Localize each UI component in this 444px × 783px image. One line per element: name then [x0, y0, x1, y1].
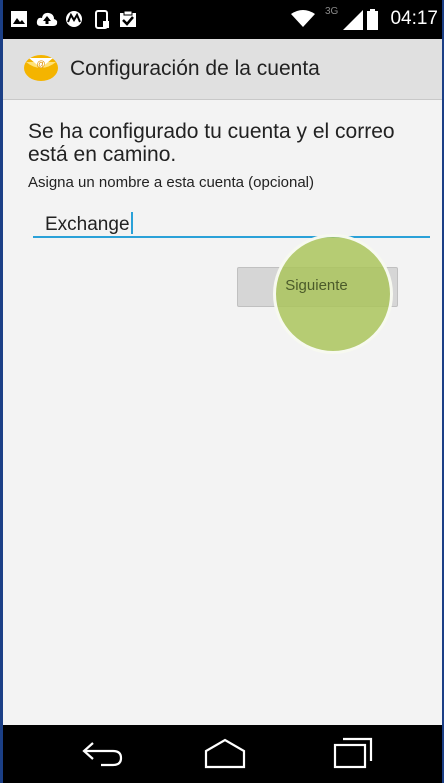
account-name-value: Exchange: [45, 208, 133, 236]
action-bar: @ Configuración de la cuenta: [3, 39, 442, 100]
recent-apps-icon[interactable]: [333, 737, 373, 769]
wifi-icon: [291, 10, 315, 27]
battery-icon: [367, 9, 378, 30]
next-button-label[interactable]: Siguiente: [237, 267, 396, 305]
page-title: Configuración de la cuenta: [70, 57, 320, 80]
phone-screen: 3G 04:17 @ Configuración de la cuenta Se…: [3, 0, 442, 783]
email-app-icon[interactable]: @: [23, 52, 59, 82]
gallery-icon: [11, 11, 27, 27]
cloud-upload-icon: [36, 12, 58, 26]
network-type: 3G: [325, 6, 339, 17]
phone-setup-icon: [95, 10, 109, 29]
home-icon[interactable]: [202, 737, 248, 769]
back-icon[interactable]: [81, 741, 125, 767]
checklist-icon: [120, 10, 136, 27]
setup-complete-message: Se ha configurado tu cuenta y el correo …: [28, 120, 395, 166]
account-name-label: Asigna un nombre a esta cuenta (opcional…: [28, 174, 315, 191]
motorola-icon: [66, 11, 82, 27]
account-name-input[interactable]: Exchange: [33, 200, 430, 238]
svg-text:@: @: [36, 59, 45, 69]
status-time: 04:17: [390, 8, 438, 29]
status-bar: 3G 04:17: [3, 0, 442, 39]
text-caret: [130, 212, 133, 234]
navigation-bar: [3, 725, 442, 783]
signal-icon: [343, 10, 363, 30]
